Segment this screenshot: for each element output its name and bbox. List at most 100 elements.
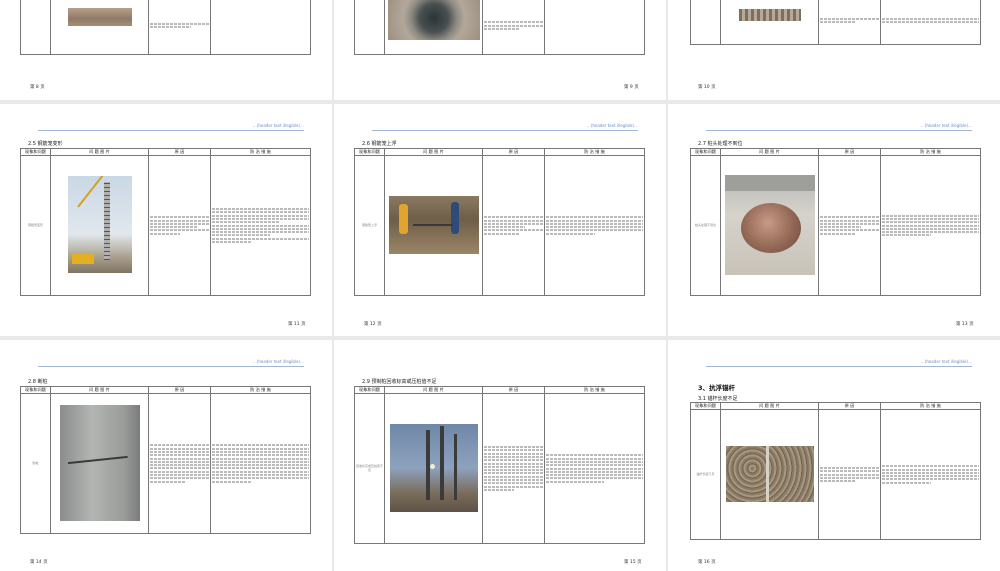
section-title: 2.7 桩头处理不到位 [698, 141, 743, 147]
page-header: …(header text illegible)… [0, 123, 332, 131]
measure-cell [544, 155, 645, 296]
site-photo [389, 423, 478, 512]
page-number: 第 13 页 [956, 322, 974, 327]
col-header-phenomenon: 现象和问题 [354, 386, 385, 394]
col-header-photo: 问 题 图 片 [50, 148, 149, 156]
measure-cell [880, 409, 981, 540]
page-header: …(header text illegible)… [668, 359, 1000, 367]
col-header-phenomenon: 现象和问题 [20, 148, 51, 156]
site-photo [738, 8, 801, 21]
photo-cell [50, 0, 149, 55]
col-header-reason: 原 因 [482, 386, 545, 394]
page-11: …(header text illegible)… 2.5 钢筋笼变形 现象和问… [0, 104, 332, 336]
reason-cell [818, 155, 881, 296]
col-header-measures: 防 治 措 施 [210, 148, 311, 156]
photo-cell [384, 393, 483, 544]
page-9: 第 9 页 [334, 0, 666, 100]
measure-cell [544, 0, 645, 55]
col-header-measures: 防 治 措 施 [544, 386, 645, 394]
reason-cell [148, 393, 211, 534]
col-header-photo: 问 题 图 片 [720, 148, 819, 156]
col-header-photo: 问 题 图 片 [50, 386, 149, 394]
measure-cell [210, 0, 311, 55]
site-photo [67, 176, 132, 274]
defect-table: 现象和问题问 题 图 片原 因防 治 措 施 锚杆长度不足 [690, 402, 981, 540]
section-title: 2.6 钢筋笼上浮 [362, 141, 397, 147]
defect-table [690, 0, 981, 45]
header-rule [38, 130, 304, 131]
reason-cell [818, 0, 881, 45]
measure-cell [880, 0, 981, 45]
row-label: 钢筋笼变形 [20, 155, 51, 296]
photo-cell [50, 393, 149, 534]
page-number: 第 9 页 [624, 85, 639, 90]
page-14: …(header text illegible)… 2.8 断桩 现象和问题问 … [0, 340, 332, 571]
header-title: …(header text illegible)… [252, 359, 304, 364]
defect-table: 现象和问题问 题 图 片原 因防 治 措 施 钢筋笼上浮 [354, 148, 645, 296]
col-header-reason: 原 因 [818, 402, 881, 410]
col-header-reason: 原 因 [148, 148, 211, 156]
col-header-reason: 原 因 [818, 148, 881, 156]
col-header-photo: 问 题 图 片 [384, 148, 483, 156]
section-title: 2.9 预制桩回收标高或压桩值不足 [362, 379, 437, 385]
col-header-reason: 原 因 [482, 148, 545, 156]
defect-table: 现象和问题问 题 图 片原 因防 治 措 施 钢筋笼变形 [20, 148, 311, 296]
page-number: 第 10 页 [698, 85, 716, 90]
row-label: 锚杆长度不足 [690, 409, 721, 540]
col-header-phenomenon: 现象和问题 [354, 148, 385, 156]
header-title: …(header text illegible)… [252, 123, 304, 128]
page-12: …(header text illegible)… 2.6 钢筋笼上浮 现象和问… [334, 104, 666, 336]
header-title: …(header text illegible)… [586, 123, 638, 128]
reason-cell [482, 0, 545, 55]
col-header-photo: 问 题 图 片 [384, 386, 483, 394]
page-13: …(header text illegible)… 2.7 桩头处理不到位 现象… [668, 104, 1000, 336]
defect-table [20, 0, 311, 55]
col-header-reason: 原 因 [148, 386, 211, 394]
header-title: …(header text illegible)… [920, 359, 972, 364]
col-header-photo: 问 题 图 片 [720, 402, 819, 410]
page-number: 第 15 页 [624, 560, 642, 565]
defect-table [354, 0, 645, 55]
reason-cell [482, 393, 545, 544]
site-photo [725, 445, 814, 502]
reason-cell [482, 155, 545, 296]
section-title: 2.5 钢筋笼变形 [28, 141, 63, 147]
table-cell [690, 0, 721, 45]
page-number: 第 12 页 [364, 322, 382, 327]
col-header-phenomenon: 现象和问题 [690, 148, 721, 156]
chapter-title: 3、抗浮锚杆 [698, 384, 736, 392]
page-15: 2.9 预制桩回收标高或压桩值不足 现象和问题问 题 图 片原 因防 治 措 施… [334, 340, 666, 571]
site-photo [67, 7, 132, 26]
reason-cell [818, 409, 881, 540]
page-header: …(header text illegible)… [668, 123, 1000, 131]
defect-table: 现象和问题问 题 图 片原 因防 治 措 施 断桩 [20, 386, 311, 534]
reason-cell [148, 155, 211, 296]
photo-cell [50, 155, 149, 296]
measure-cell [210, 155, 311, 296]
photo-cell [720, 409, 819, 540]
page-16: …(header text illegible)… 3、抗浮锚杆 3.1 锚杆长… [668, 340, 1000, 571]
col-header-measures: 防 治 措 施 [880, 402, 981, 410]
table-cell-label [20, 0, 51, 55]
col-header-measures: 防 治 措 施 [210, 386, 311, 394]
header-rule [38, 366, 304, 367]
site-photo [388, 195, 479, 254]
page-number: 第 16 页 [698, 560, 716, 565]
reason-cell [148, 0, 211, 55]
measure-cell [210, 393, 311, 534]
page-8: 第 8 页 [0, 0, 332, 100]
header-rule [706, 366, 972, 367]
col-header-phenomenon: 现象和问题 [690, 402, 721, 410]
row-label: 回收标高或压桩值不足 [354, 393, 385, 544]
row-label: 断桩 [20, 393, 51, 534]
row-label: 桩头处理不到位 [690, 155, 721, 296]
site-photo [387, 0, 480, 40]
page-header: …(header text illegible)… [0, 359, 332, 367]
defect-table: 现象和问题问 题 图 片原 因防 治 措 施 回收标高或压桩值不足 [354, 386, 645, 544]
section-title: 3.1 锚杆长度不足 [698, 396, 738, 402]
page-number: 第 14 页 [30, 560, 48, 565]
col-header-measures: 防 治 措 施 [544, 148, 645, 156]
photo-cell [384, 0, 483, 55]
measure-cell [880, 155, 981, 296]
col-header-phenomenon: 现象和问题 [20, 386, 51, 394]
